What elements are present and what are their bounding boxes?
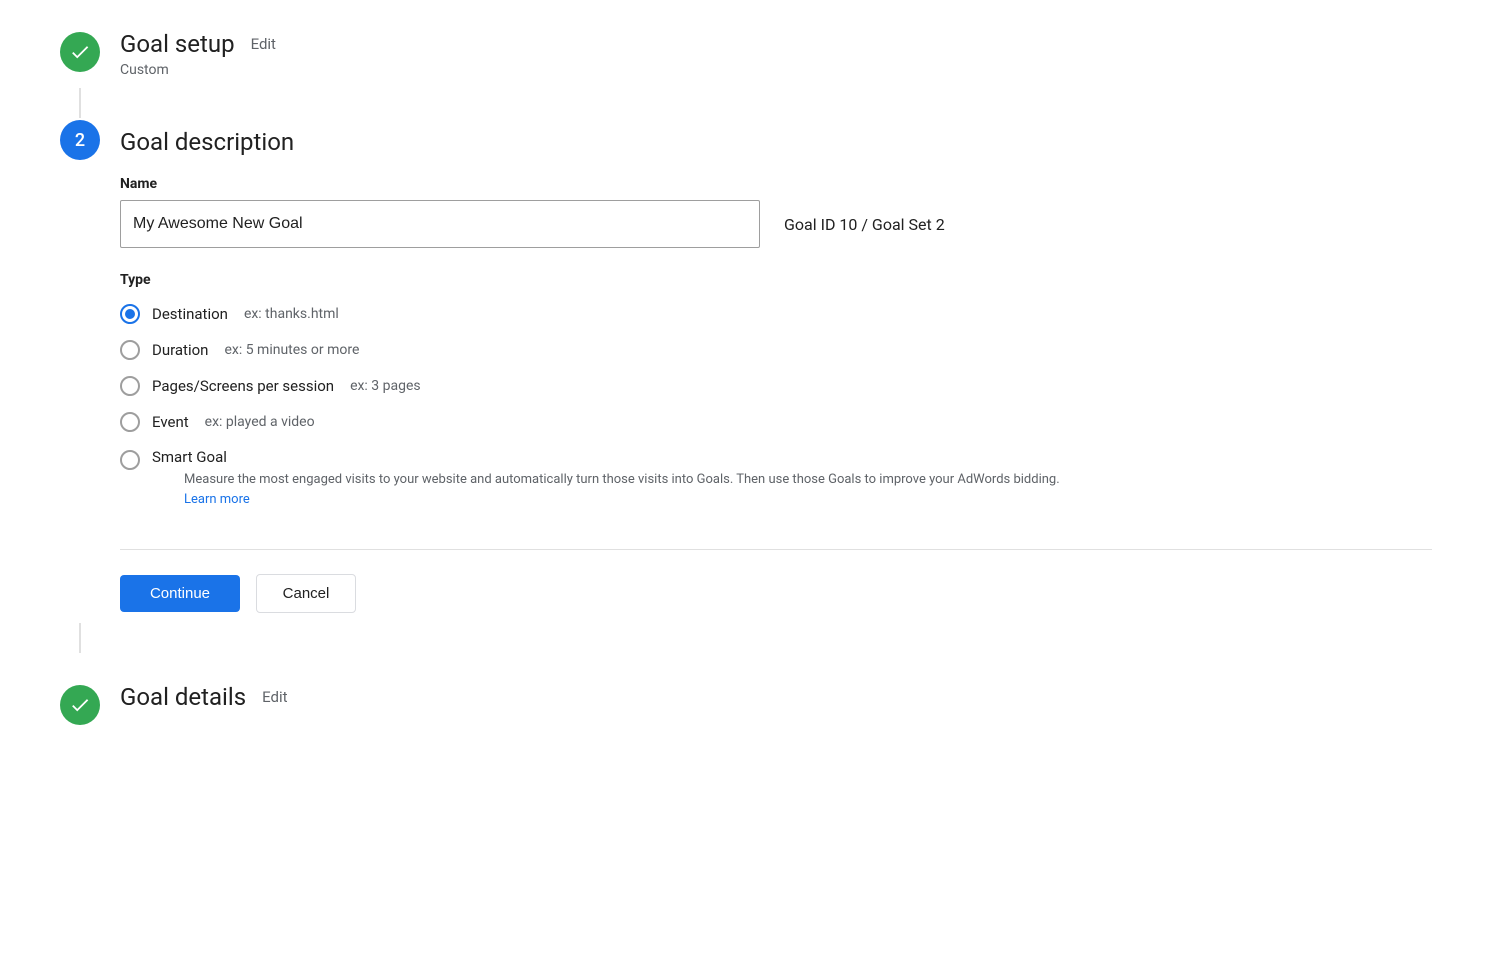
button-row: Continue Cancel — [120, 574, 1432, 613]
step1-complete-icon — [60, 32, 100, 72]
radio-pages-example: ex: 3 pages — [350, 378, 421, 394]
radio-event-label: Event — [152, 413, 189, 431]
radio-pages[interactable]: Pages/Screens per session ex: 3 pages — [120, 376, 1432, 396]
radio-duration-label: Duration — [152, 341, 208, 359]
radio-event[interactable]: Event ex: played a video — [120, 412, 1432, 432]
connector-line-1 — [79, 88, 81, 118]
step2-row: 2 Goal description Name Goal ID 10 / Goa… — [60, 118, 1432, 623]
connector-line-2 — [79, 623, 81, 653]
connector1 — [60, 88, 1432, 118]
section-divider — [120, 549, 1432, 550]
radio-duration-circle[interactable] — [120, 340, 140, 360]
radio-duration-example: ex: 5 minutes or more — [224, 342, 359, 358]
step2-title: Goal description — [120, 128, 294, 156]
radio-destination[interactable]: Destination ex: thanks.html — [120, 304, 1432, 324]
radio-smart-label: Smart Goal — [152, 448, 227, 466]
radio-smart[interactable]: Smart Goal Measure the most engaged visi… — [120, 448, 1432, 509]
step3-title: Goal details — [120, 683, 246, 711]
type-section: Type Destination ex: thanks.html Duratio… — [120, 272, 1432, 509]
goal-setup-wizard: Goal setup Edit Custom 2 Goal descriptio… — [60, 30, 1432, 725]
type-label: Type — [120, 272, 1432, 288]
goal-id-text: Goal ID 10 / Goal Set 2 — [784, 215, 945, 234]
radio-smart-circle[interactable] — [120, 450, 140, 470]
radio-event-example: ex: played a video — [205, 414, 315, 430]
radio-destination-circle[interactable] — [120, 304, 140, 324]
step2-content: Goal description Name Goal ID 10 / Goal … — [120, 118, 1432, 623]
step3-content: Goal details Edit — [120, 683, 1432, 721]
step1-subtitle: Custom — [120, 62, 1432, 78]
step3-header: Goal details Edit — [120, 683, 1432, 711]
form-section: Name Goal ID 10 / Goal Set 2 Type Destin… — [120, 176, 1432, 613]
step3-edit-link[interactable]: Edit — [262, 688, 287, 706]
name-label: Name — [120, 176, 1432, 192]
smart-goal-learn-more-link[interactable]: Learn more — [184, 492, 250, 507]
radio-duration[interactable]: Duration ex: 5 minutes or more — [120, 340, 1432, 360]
cancel-button[interactable]: Cancel — [256, 574, 356, 613]
name-row: Goal ID 10 / Goal Set 2 — [120, 200, 1432, 248]
step1-row: Goal setup Edit Custom — [60, 30, 1432, 88]
step3-complete-icon — [60, 685, 100, 725]
step1-edit-link[interactable]: Edit — [251, 35, 276, 53]
step1-header: Goal setup Edit — [120, 30, 1432, 58]
radio-event-circle[interactable] — [120, 412, 140, 432]
radio-destination-label: Destination — [152, 305, 228, 323]
step1-title: Goal setup — [120, 30, 235, 58]
radio-smart-content: Smart Goal Measure the most engaged visi… — [152, 448, 1084, 509]
connector2 — [60, 623, 1432, 653]
step1-content: Goal setup Edit Custom — [120, 30, 1432, 88]
continue-button[interactable]: Continue — [120, 575, 240, 612]
goal-name-input[interactable] — [120, 200, 760, 248]
smart-goal-description: Measure the most engaged visits to your … — [184, 470, 1084, 509]
radio-destination-example: ex: thanks.html — [244, 306, 339, 322]
radio-pages-label: Pages/Screens per session — [152, 377, 334, 395]
step2-number-icon: 2 — [60, 120, 100, 160]
radio-pages-circle[interactable] — [120, 376, 140, 396]
step3-row: Goal details Edit — [60, 683, 1432, 725]
step2-header: Goal description — [120, 128, 1432, 156]
